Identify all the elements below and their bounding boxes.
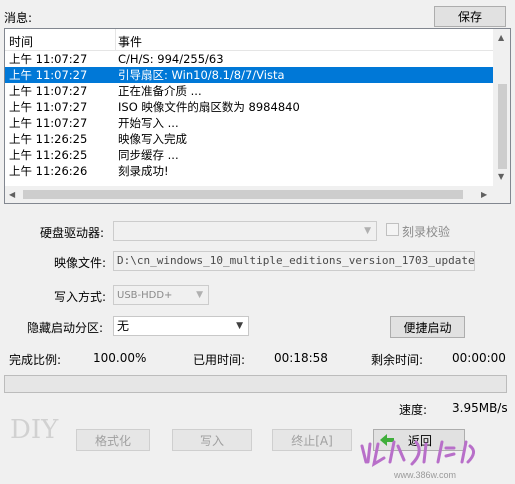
chevron-down-icon: ▼ (236, 321, 243, 331)
progress-fill (5, 376, 506, 392)
quick-boot-button[interactable]: 便捷启动 (390, 316, 465, 338)
speed-value: 3.95MB/s (452, 401, 508, 415)
svg-text:DIY: DIY (10, 415, 59, 445)
log-row[interactable]: 上午 11:07:27 ISO 映像文件的扇区数为 8984840 (5, 99, 494, 115)
verify-checkbox[interactable] (386, 223, 399, 236)
log-row-event: 开始写入 ... (118, 116, 179, 130)
log-row-event: C/H/S: 994/255/63 (118, 52, 224, 66)
remaining-time-label: 剩余时间: (371, 353, 424, 367)
logo-watermark: DIY (8, 408, 88, 448)
vertical-scroll-thumb[interactable] (498, 84, 507, 169)
log-row-time: 上午 11:26:25 (9, 148, 88, 162)
column-header-time[interactable]: 时间 (9, 33, 33, 50)
scroll-up-icon[interactable]: ▲ (498, 33, 504, 43)
drive-label: 硬盘驱动器: (40, 226, 105, 240)
verify-label: 刻录校验 (402, 225, 451, 239)
stop-button[interactable]: 终止[A] (272, 429, 352, 451)
scroll-right-icon[interactable]: ▶ (481, 190, 487, 200)
chevron-down-icon: ▼ (196, 290, 203, 300)
svg-text:www.386w.com: www.386w.com (393, 470, 456, 480)
log-row-event: 同步缓存 ... (118, 148, 179, 162)
chevron-down-icon: ▼ (364, 226, 371, 236)
messages-label: 消息: (4, 11, 33, 25)
log-header: 时间 事件 (5, 29, 494, 51)
log-row-time: 上午 11:07:27 (9, 84, 88, 98)
log-row-time: 上午 11:07:27 (9, 100, 88, 114)
remaining-time-value: 00:00:00 (452, 351, 506, 365)
complete-ratio-value: 100.00% (93, 351, 147, 365)
horizontal-scrollbar[interactable]: ◀ ▶ (5, 186, 494, 203)
write-mode-label: 写入方式: (54, 290, 107, 304)
scroll-down-icon[interactable]: ▼ (498, 172, 504, 182)
image-file-label: 映像文件: (54, 256, 107, 270)
log-row-event: 刻录成功! (118, 164, 169, 178)
log-row[interactable]: 上午 11:26:26 刻录成功! (5, 163, 494, 179)
log-row[interactable]: 上午 11:07:27 C/H/S: 994/255/63 (5, 51, 494, 67)
write-mode-select[interactable]: USB-HDD+ ▼ (113, 285, 209, 305)
log-row-event: ISO 映像文件的扇区数为 8984840 (118, 100, 300, 114)
log-row-time: 上午 11:07:27 (9, 116, 88, 130)
hidden-partition-select[interactable]: 无 ▼ (113, 316, 249, 336)
elapsed-time-value: 00:18:58 (274, 351, 328, 365)
log-row-event: 引导扇区: Win10/8.1/8/7/Vista (118, 68, 285, 82)
log-row-event: 映像写入完成 (118, 132, 187, 146)
scroll-left-icon[interactable]: ◀ (9, 190, 15, 200)
elapsed-time-label: 已用时间: (193, 353, 246, 367)
log-row-time: 上午 11:07:27 (9, 52, 88, 66)
speed-label: 速度: (399, 403, 428, 417)
log-row[interactable]: 上午 11:07:27 引导扇区: Win10/8.1/8/7/Vista (5, 67, 494, 83)
log-row-time: 上午 11:26:25 (9, 132, 88, 146)
log-row-time: 上午 11:26:26 (9, 164, 88, 178)
drive-select[interactable]: ▼ (113, 221, 377, 241)
log-row[interactable]: 上午 11:07:27 开始写入 ... (5, 115, 494, 131)
vertical-scrollbar[interactable]: ▲ ▼ (493, 29, 510, 186)
log-row[interactable]: 上午 11:07:27 正在准备介质 ... (5, 83, 494, 99)
site-watermark: www.386w.com (354, 432, 512, 482)
log-row[interactable]: 上午 11:26:25 同步缓存 ... (5, 147, 494, 163)
column-header-event[interactable]: 事件 (118, 33, 142, 50)
horizontal-scroll-thumb[interactable] (23, 190, 463, 199)
progress-bar (4, 375, 507, 393)
log-row-time: 上午 11:07:27 (9, 68, 88, 82)
save-button[interactable]: 保存 (434, 6, 506, 27)
image-file-path-field[interactable]: D:\cn_windows_10_multiple_editions_versi… (113, 251, 475, 271)
log-row[interactable]: 上午 11:26:25 映像写入完成 (5, 131, 494, 147)
write-button[interactable]: 写入 (172, 429, 252, 451)
hidden-partition-label: 隐藏启动分区: (27, 321, 104, 335)
scroll-corner (493, 186, 510, 203)
log-list[interactable]: 时间 事件 上午 11:07:27 C/H/S: 994/255/63 上午 11:… (4, 28, 511, 204)
log-rows: 上午 11:07:27 C/H/S: 994/255/63 上午 11:07:27 引… (5, 51, 494, 179)
complete-ratio-label: 完成比例: (9, 353, 62, 367)
log-row-event: 正在准备介质 ... (118, 84, 202, 98)
